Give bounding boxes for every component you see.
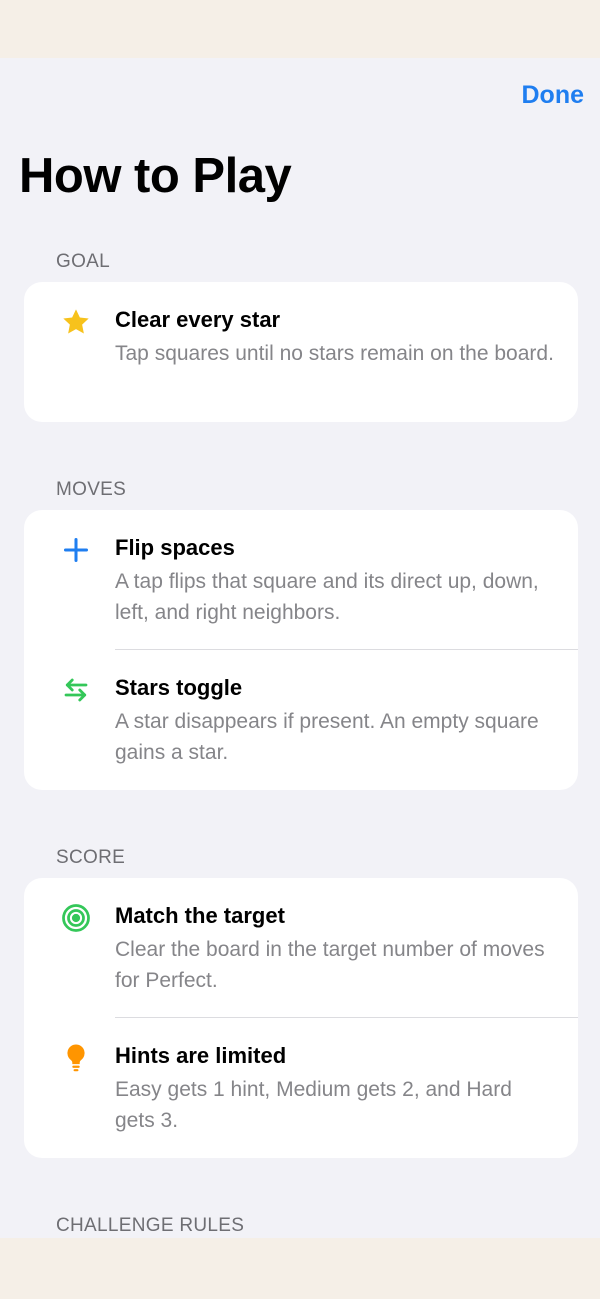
rule-description: Clear the board in the target number of … [115,938,545,992]
rule-description: Tap squares until no stars remain on the… [115,342,554,365]
goal-card: Clear every star Tap squares until no st… [24,282,578,422]
how-to-play-sheet: Done How to Play GOAL Clear every star T… [0,58,600,1238]
top-backdrop [0,0,600,58]
lightbulb-icon [60,1042,92,1074]
section-header-challenge-rules: CHALLENGE RULES [56,1215,245,1236]
swap-arrows-icon [60,674,92,706]
rule-title: Stars toggle [115,675,243,700]
star-icon [60,306,92,338]
rule-description: A tap flips that square and its direct u… [115,570,539,624]
rule-title: Flip spaces [115,535,235,560]
moves-card: Flip spaces A tap flips that square and … [24,510,578,790]
row-divider [115,1017,578,1018]
rule-description: Easy gets 1 hint, Medium gets 2, and Har… [115,1078,512,1132]
page-title: How to Play [19,149,292,203]
bottom-backdrop [0,1238,600,1299]
plus-icon [60,534,92,566]
rule-description: A star disappears if present. An empty s… [115,710,539,764]
target-icon [60,902,92,934]
rule-title: Match the target [115,903,285,928]
row-divider [115,649,578,650]
score-card: Match the target Clear the board in the … [24,878,578,1158]
section-header-score: SCORE [56,847,126,868]
rule-title: Clear every star [115,307,281,332]
done-button[interactable]: Done [522,81,585,110]
section-header-goal: GOAL [56,251,110,272]
rule-title: Hints are limited [115,1043,287,1068]
section-header-moves: MOVES [56,479,127,500]
